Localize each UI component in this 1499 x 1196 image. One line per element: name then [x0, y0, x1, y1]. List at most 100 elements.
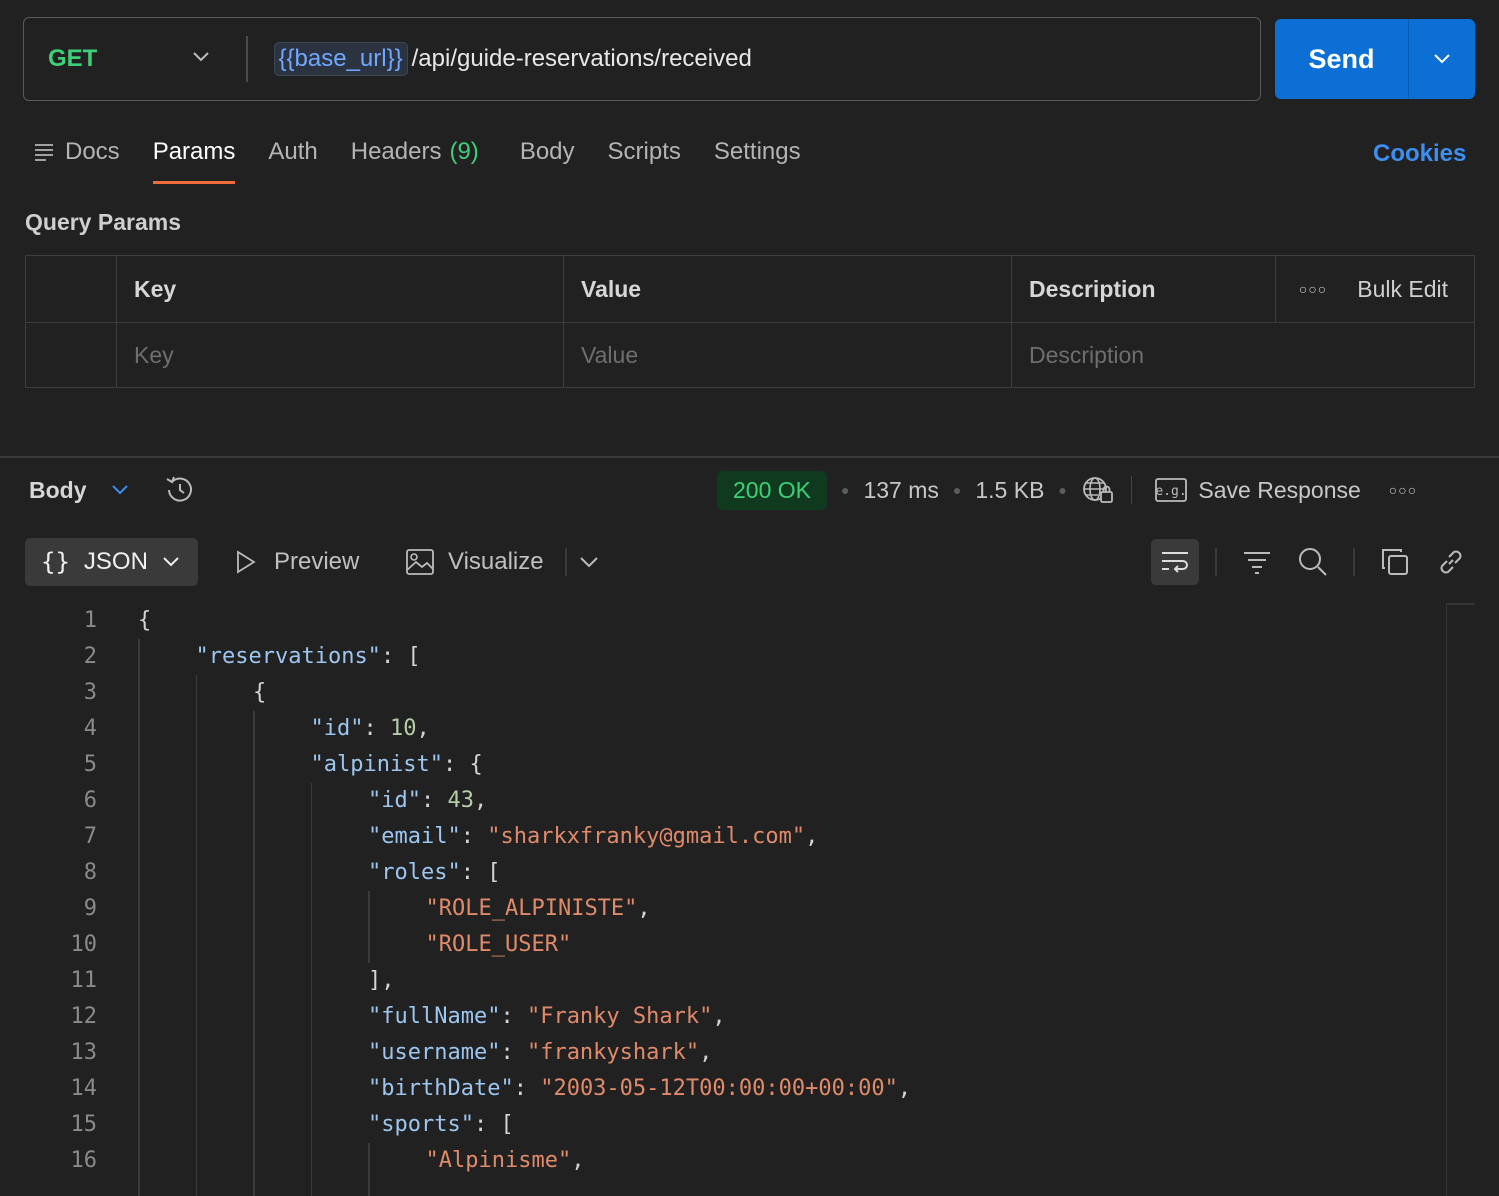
filter-button[interactable]: [1234, 540, 1280, 584]
code-token: : [: [380, 644, 421, 669]
history-icon[interactable]: [163, 473, 197, 507]
save-response-button[interactable]: e.g. Save Response: [1154, 476, 1361, 504]
bulk-edit-button[interactable]: Bulk Edit: [1357, 276, 1448, 303]
visualize-options-button[interactable]: [579, 538, 599, 586]
chevron-down-icon: [111, 485, 128, 495]
network-lock-icon[interactable]: [1081, 474, 1115, 506]
tab-params[interactable]: Params: [152, 130, 235, 184]
tab-label: Docs: [65, 138, 120, 165]
response-section-select[interactable]: Body: [29, 470, 197, 510]
visualize-button[interactable]: Visualize: [405, 538, 544, 586]
code-token: ,: [416, 716, 430, 741]
send-options-button[interactable]: [1409, 19, 1475, 99]
tab-auth[interactable]: Auth: [268, 130, 317, 174]
divider: [1130, 476, 1133, 504]
query-params-table: Key Value Description ○○○ Bulk Edit Key …: [25, 255, 1475, 388]
format-label: JSON: [83, 548, 148, 575]
code-token: : [: [473, 1112, 514, 1137]
image-icon: [406, 549, 434, 575]
code-token: "username": [368, 1040, 501, 1065]
cookies-link[interactable]: Cookies: [1373, 140, 1466, 168]
value-input[interactable]: Value: [564, 323, 1012, 388]
line-number: 9: [83, 896, 97, 921]
preview-button[interactable]: Preview: [234, 538, 359, 586]
separator-dot: ●: [952, 482, 962, 498]
code-line: 5 "alpinist": {: [0, 747, 1447, 783]
code-line: 15 "sports": [: [0, 1107, 1447, 1143]
code-line: 1{: [0, 603, 1447, 639]
response-time[interactable]: 137 ms: [863, 477, 938, 504]
chevron-down-icon: [163, 557, 179, 567]
link-icon: [1440, 550, 1462, 574]
table-row: Key Value Description: [26, 322, 1474, 388]
tab-headers[interactable]: Headers (9): [351, 130, 479, 174]
vertical-scrollbar[interactable]: [1446, 603, 1475, 1196]
tab-body[interactable]: Body: [520, 130, 575, 174]
filter-icon: [1244, 552, 1270, 574]
code-token: "email": [368, 824, 461, 849]
request-tabs: Docs Params Auth Headers (9) Body Script…: [33, 130, 834, 184]
code-token: "alpinist": [310, 752, 443, 777]
divider: [1353, 548, 1355, 576]
key-input[interactable]: Key: [117, 323, 564, 388]
pane-divider[interactable]: [0, 456, 1499, 458]
response-bar: Body 200 OK ● 137 ms ● 1.5 KB ● e.g. Sav…: [29, 470, 1479, 510]
more-options-icon[interactable]: ○○○: [1299, 281, 1327, 297]
code-text: "ROLE_USER": [426, 927, 572, 963]
code-token: "id": [368, 788, 421, 813]
separator-dot: ●: [841, 482, 850, 498]
tab-settings[interactable]: Settings: [714, 130, 801, 174]
url-path: /api/guide-reservations/received: [411, 45, 752, 72]
more-options-icon[interactable]: ○○○: [1389, 482, 1417, 498]
code-token: {: [253, 680, 267, 705]
tab-label: Settings: [713, 138, 801, 165]
wrap-lines-button[interactable]: [1151, 539, 1199, 585]
code-line: 4 "id": 10,: [0, 711, 1447, 747]
description-input[interactable]: Description: [1012, 323, 1474, 388]
code-line: 2 "reservations": [: [0, 639, 1447, 675]
copy-link-button[interactable]: [1428, 540, 1474, 584]
code-line: 11],: [0, 963, 1447, 999]
url-input[interactable]: {{base_url}} /api/guide-reservations/rec…: [273, 42, 752, 76]
code-line: 3{: [0, 675, 1447, 711]
divider: [565, 548, 567, 576]
tab-docs[interactable]: Docs: [33, 130, 120, 174]
search-icon: [1299, 548, 1327, 576]
code-token: {: [138, 608, 152, 633]
code-token: :: [363, 716, 390, 741]
description-header: Description: [1012, 256, 1276, 322]
response-body-code[interactable]: 1{2 "reservations": [3{4 "id": 10, 5 "alpini…: [0, 603, 1447, 1196]
code-text: "roles": [: [368, 855, 500, 891]
indent-guide: [253, 711, 255, 1196]
method-select[interactable]: GET: [24, 18, 246, 100]
url-variable[interactable]: {{base_url}}: [273, 42, 408, 76]
code-token: ,: [473, 788, 488, 813]
tab-label: Auth: [268, 138, 318, 165]
format-select[interactable]: {} JSON: [25, 538, 198, 586]
code-token: "reservations": [195, 644, 381, 669]
docs-icon: [35, 144, 53, 161]
response-size[interactable]: 1.5 KB: [975, 477, 1044, 504]
code-line: 12 "fullName": "Franky Shark",: [0, 999, 1447, 1035]
tab-scripts[interactable]: Scripts: [608, 130, 681, 174]
separator-dot: ●: [1058, 482, 1067, 498]
code-line: 8 "roles": [: [0, 855, 1447, 891]
line-number: 8: [83, 860, 97, 885]
status-badge[interactable]: 200 OK: [717, 470, 827, 510]
code-token: ],: [368, 968, 395, 993]
value-header: Value: [564, 256, 1012, 322]
code-line: 16 "Alpinisme",: [0, 1143, 1447, 1179]
line-number: 1: [83, 608, 97, 633]
code-text: "reservations": [: [196, 639, 421, 675]
copy-button[interactable]: [1372, 540, 1418, 584]
divider: [246, 36, 248, 82]
line-number: 5: [83, 752, 97, 777]
search-button[interactable]: [1290, 540, 1336, 584]
wrap-lines-icon: [1162, 552, 1188, 573]
indent-guide: [310, 783, 312, 1196]
send-button[interactable]: Send: [1275, 19, 1409, 99]
headers-count: (9): [449, 138, 479, 165]
scrollbar-top-edge: [1446, 603, 1475, 605]
code-token: :: [420, 788, 448, 813]
chevron-down-icon: [580, 557, 598, 568]
